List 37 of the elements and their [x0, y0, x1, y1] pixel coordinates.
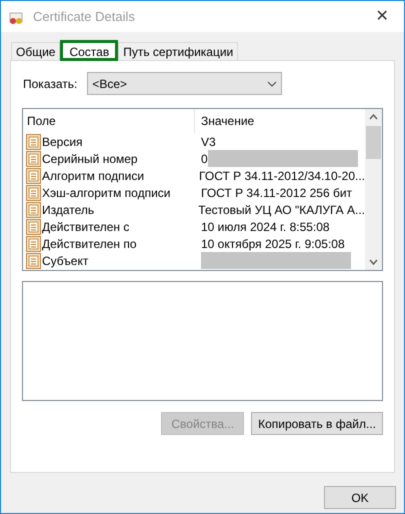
tab[interactable]: Путь сертификации: [118, 42, 238, 60]
column-header[interactable]: Поле: [23, 109, 195, 133]
chevron-down-icon: [267, 80, 278, 86]
field-value: V3: [201, 134, 216, 150]
action-button[interactable]: Копировать в файл...: [251, 412, 383, 435]
show-dropdown[interactable]: <Все>: [87, 72, 282, 95]
close-button[interactable]: ✕: [370, 4, 394, 28]
field-icon: [26, 252, 41, 268]
window-title: Certificate Details: [33, 8, 135, 26]
field-name[interactable]: Субъект: [42, 252, 88, 270]
field-icon: [26, 150, 41, 166]
field-name[interactable]: Версия: [42, 132, 83, 150]
field-icon: [26, 134, 41, 150]
field-value: Тестовый УЦ АО "КАЛУГА А...: [198, 202, 365, 218]
scroll-thumb[interactable]: [366, 126, 381, 159]
field-icon: [26, 184, 41, 200]
ok-button[interactable]: OK: [324, 486, 396, 509]
field-icon: [26, 236, 41, 252]
field-value: ГОСТ Р 34.11-2012 256 бит: [201, 184, 352, 202]
tab[interactable]: Состав: [60, 40, 118, 61]
column-header[interactable]: Значение: [195, 109, 365, 133]
field-icon: [26, 202, 41, 218]
field-icon: [26, 168, 41, 184]
field-icon: [26, 218, 41, 234]
field-value: 0: [201, 150, 208, 168]
field-value: 10 октября 2025 г. 9:05:08: [201, 236, 345, 252]
scrollbar[interactable]: [365, 109, 382, 270]
field-name[interactable]: Действителен по: [42, 234, 137, 252]
show-label: Показать:: [23, 76, 78, 92]
field-value: ГОСТ Р 34.11-2012/34.10-20...: [199, 168, 365, 184]
field-name[interactable]: Серийный номер: [42, 150, 138, 168]
field-name[interactable]: Хэш-алгоритм подписи: [42, 184, 170, 202]
field-name[interactable]: Действителен с: [42, 218, 130, 236]
field-name[interactable]: Алгоритм подписи: [42, 166, 144, 184]
field-name[interactable]: Издатель: [42, 200, 94, 218]
tab[interactable]: Общие: [11, 42, 60, 60]
field-value: 10 июля 2024 г. 8:55:08: [201, 218, 330, 236]
